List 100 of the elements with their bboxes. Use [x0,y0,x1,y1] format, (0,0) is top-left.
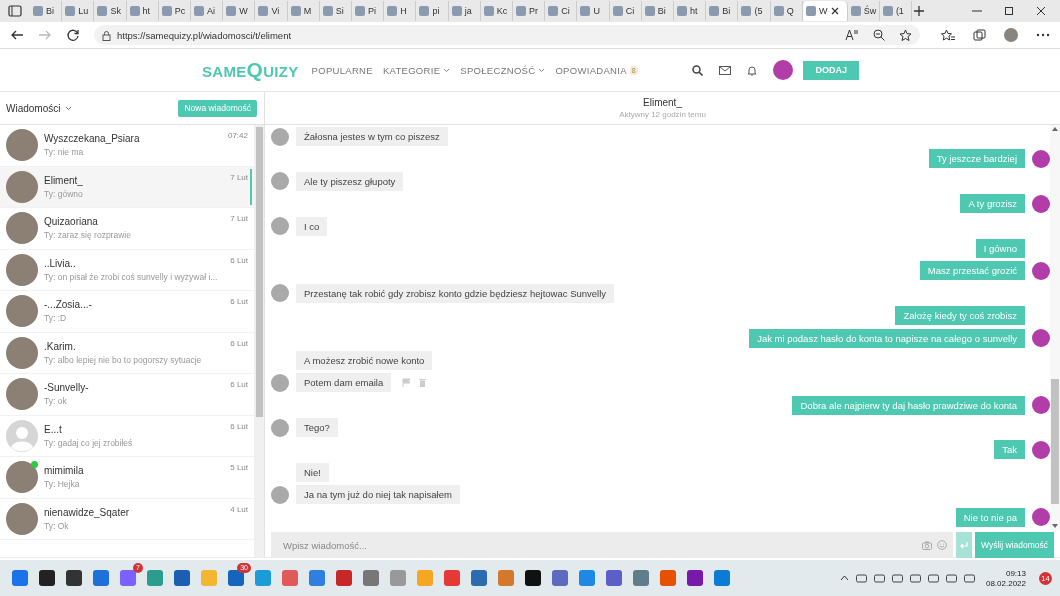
folder-dropdown[interactable]: Wiadomości [6,102,73,114]
bell-icon[interactable] [747,64,758,76]
avatar-photo [271,172,289,191]
message-preview: Ty: ok [44,396,68,407]
received-message: Nie! [296,462,329,482]
browser-tab[interactable]: W [223,1,256,21]
browser-tab[interactable]: ja [448,1,481,21]
browser-tab[interactable]: Sk [94,1,127,21]
favicon-icon [805,6,816,16]
browser-tab[interactable]: pi [416,1,449,21]
profile-avatar[interactable] [1004,28,1018,42]
browser-tab[interactable]: Pc [158,1,191,21]
chevron-up-icon[interactable] [839,575,849,581]
message-time: 7 Lut [230,172,248,182]
conversation-item[interactable]: Eliment_ Ty: gówno 7 Lut [0,166,254,208]
browser-tab[interactable]: Si [319,1,353,21]
zoom-icon[interactable] [873,29,885,41]
favorite-star-icon[interactable] [899,29,912,41]
more-icon[interactable] [1036,33,1050,37]
browser-tab[interactable]: Bi [641,1,675,21]
nav-link[interactable]: KATEGORIE [377,64,456,76]
message-preview: Ty: zaraz się rozprawie [44,230,132,241]
browser-tab[interactable]: Q [770,1,803,21]
browser-tab[interactable]: (5 [738,1,771,21]
browser-tab[interactable]: Lu [62,1,95,21]
avatar-photo [271,485,289,504]
sent-message: Jak mi podasz hasło do konta to napisze na całego o sunvelly [749,328,1025,348]
nav-link[interactable]: SPOŁECZNOŚĆ [455,64,551,76]
favicon-icon [773,6,784,16]
conversation-item[interactable]: Wyszczekana_Psiara Ty: nie ma 07:42 [0,125,254,167]
message-preview: Ty: gówno [44,188,84,199]
clock-date[interactable]: 08.02.2022 [985,578,1026,588]
browser-tab[interactable]: (1 [879,1,913,21]
browser-tab[interactable]: Bi [30,1,63,21]
refresh-icon[interactable] [66,28,80,42]
message-time: 6 Lut [230,338,248,348]
favicon-icon [161,6,172,16]
sent-message: Ty jeszcze bardziej [928,149,1025,169]
browser-tab[interactable]: Ci [545,1,578,21]
conversation-item[interactable]: -Sunvelly- Ty: ok 6 Lut [0,374,254,416]
address-bar[interactable]: https://samequizy.pl/wiadomosci/t/eliment [94,25,920,45]
browser-tab[interactable]: W [802,1,848,21]
browser-tab[interactable]: ht [126,1,159,21]
scrollbar-track[interactable] [1050,125,1060,530]
close-icon[interactable] [830,6,841,16]
scroll-up-icon[interactable] [1052,127,1058,131]
sent-message: Nie to nie pa [955,507,1025,527]
scrollbar-thumb[interactable] [255,127,263,417]
read-aloud-icon[interactable] [845,29,859,41]
message-time: 5 Lut [230,463,248,472]
maximize-icon[interactable] [1004,6,1014,16]
browser-tab[interactable]: Pi [352,1,385,21]
message-composer[interactable]: Wpisz wiadomość... [271,532,953,558]
browser-tab[interactable]: Pr [513,1,546,21]
conversation-item[interactable]: .Karim. Ty: albo lepiej nie bo to pogorszy sytuacje 6 Lut [0,332,254,374]
scroll-down-icon[interactable] [1052,524,1058,528]
browser-tab[interactable]: Vi [255,1,288,21]
scrollbar-track[interactable] [254,125,264,557]
avatar-photo [6,336,38,369]
back-icon[interactable] [10,28,24,42]
conversation-item[interactable]: E...t Ty: gadaj co jej zrobiłeś 6 Lut [0,415,254,457]
browser-tab[interactable]: U [577,1,610,21]
browser-tab[interactable]: Bi [706,1,739,21]
message-input[interactable]: Wpisz wiadomość... [281,538,917,552]
app-icon[interactable] [523,568,543,588]
conversation-item[interactable]: -...Zosia...- Ty: :D 6 Lut [0,291,254,333]
collections-icon[interactable] [973,29,986,41]
favicon-icon [355,6,366,16]
contact-name: Quizaoriana [44,216,99,228]
new-tab-icon[interactable] [912,4,926,18]
received-message: I co [296,216,328,236]
conversation-item[interactable]: mimimila Ty: Hejka 5 Lut [0,457,254,499]
favicon-icon [97,6,108,16]
browser-tab[interactable]: ht [674,1,707,21]
selected-indicator [250,168,252,205]
clock-time[interactable]: 09:13 [1005,568,1026,578]
scrollbar-thumb[interactable] [1051,379,1059,504]
conversation-item[interactable]: ..Livia.. Ty: on pisał że zrobi coś sunvelly i wyzywał i... 6 Lut [0,249,254,291]
message-time: 6 Lut [230,255,248,265]
browser-tab[interactable]: Ai [191,1,224,21]
nav-link[interactable]: POPULARNE [306,64,378,76]
browser-tab[interactable]: Kc [480,1,514,21]
contact-name: Eliment_ [44,174,84,186]
browser-tab[interactable]: Św [847,1,880,21]
contact-name: nienawidze_Sqater [44,506,131,518]
favorites-icon[interactable] [941,29,955,41]
sent-message: Tak [994,440,1025,460]
conversation-item[interactable]: Quizaoriana Ty: zaraz się rozprawie 7 Lut [0,208,254,250]
close-icon[interactable] [1036,6,1046,16]
sent-message: I gówno [975,238,1025,258]
conversation-item[interactable]: nienawidze_Sqater Ty: Ok 4 Lut [0,498,254,540]
browser-tab[interactable]: H [384,1,417,21]
user-avatar[interactable] [773,60,794,80]
browser-tab[interactable]: Ci [609,1,642,21]
enter-toggle-button[interactable] [956,532,972,558]
received-message: Ale ty piszesz głupoty [296,171,404,191]
received-message: Ja na tym już do niej tak napisałem [296,485,460,505]
contact-name: E...t [44,423,63,435]
browser-tab[interactable]: M [287,1,320,21]
favicon-icon [387,6,398,16]
